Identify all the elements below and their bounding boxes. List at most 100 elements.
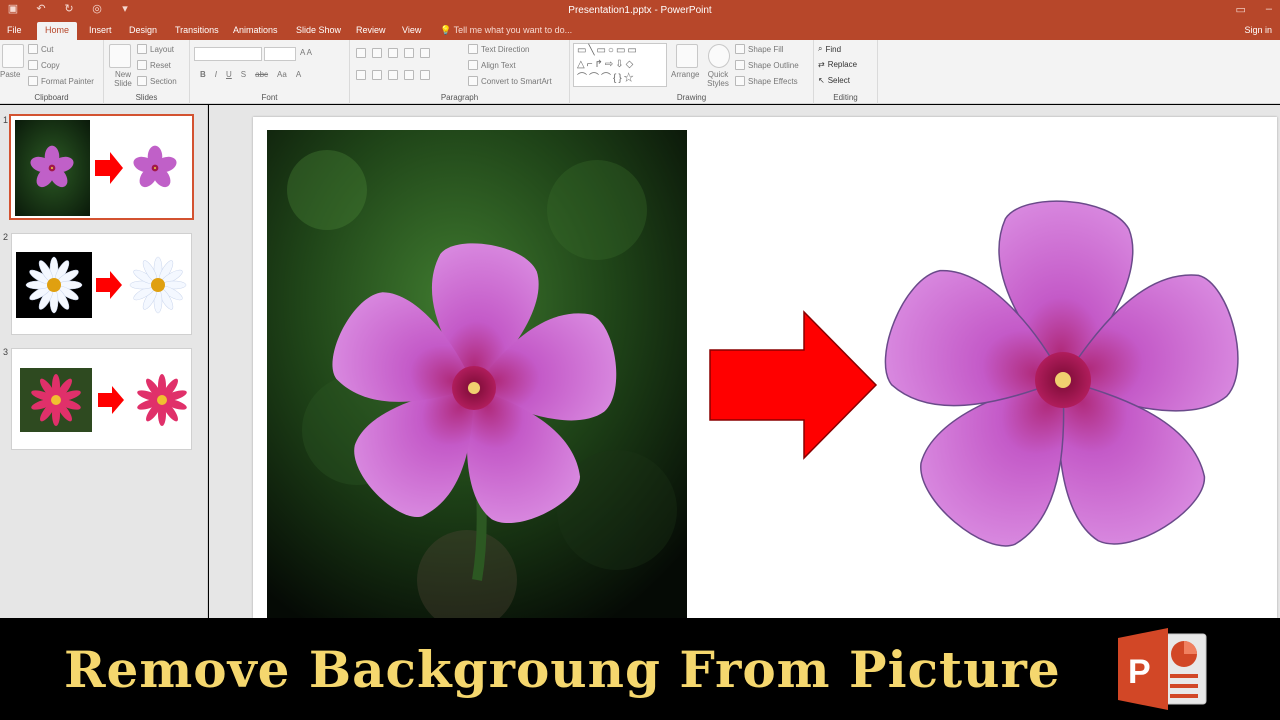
select-button[interactable]: ↖ Select <box>818 76 850 85</box>
brush-icon <box>28 76 38 86</box>
paste-button[interactable]: Paste <box>0 70 20 79</box>
drawing-group: ▭╲▭○▭▭ △⌐↱⇨⇩◇ ⌒⌒⌒{}☆ Arrange Quick Styles … <box>570 40 814 104</box>
new-slide-button[interactable]: New Slide <box>108 70 138 88</box>
underline-button[interactable]: U <box>226 70 232 79</box>
shape-effects-button[interactable]: Shape Effects <box>735 76 798 86</box>
scissors-icon <box>28 44 38 54</box>
align-left-icon[interactable] <box>356 70 366 80</box>
justify-icon[interactable] <box>404 70 414 80</box>
slide-thumbnails-panel[interactable]: 1 2 3 <box>0 105 208 618</box>
text-direction-icon <box>468 44 478 54</box>
section-icon <box>137 76 147 86</box>
powerpoint-logo-icon: P <box>1118 628 1207 710</box>
change-case-button[interactable]: Aa <box>277 70 287 79</box>
align-text-icon <box>468 60 478 70</box>
font-label: Font <box>261 93 278 102</box>
reset-button[interactable]: Reset <box>137 60 171 70</box>
layout-button[interactable]: Layout <box>137 44 174 54</box>
paragraph-label: Paragraph <box>440 93 479 102</box>
copy-icon <box>28 60 38 70</box>
bold-button[interactable]: B <box>200 70 206 79</box>
daisy-thumbnail <box>16 252 187 318</box>
copy-button[interactable]: Copy <box>28 60 60 70</box>
tab-transitions[interactable]: Transitions <box>175 25 219 35</box>
align-text-button[interactable]: Align Text <box>468 60 516 70</box>
lightbulb-icon: 💡 <box>440 25 452 35</box>
font-size-select[interactable] <box>264 47 296 61</box>
tab-insert[interactable]: Insert <box>89 25 112 35</box>
bullets-icon[interactable] <box>356 48 366 58</box>
arrange-button[interactable]: Arrange <box>671 70 699 79</box>
replace-button[interactable]: ⇄ Replace <box>818 60 857 69</box>
ribbon-tabs: File Home Insert Design Transitions Anim… <box>0 22 1280 40</box>
cut-button[interactable]: Cut <box>28 44 53 54</box>
shape-fill-button[interactable]: Shape Fill <box>735 44 784 54</box>
drawing-label: Drawing <box>676 93 707 102</box>
editing-group: ⌕ Find ⇄ Replace ↖ Select Editing <box>814 40 878 104</box>
shapes-gallery[interactable]: ▭╲▭○▭▭ △⌐↱⇨⇩◇ ⌒⌒⌒{}☆ <box>573 43 667 87</box>
tab-view[interactable]: View <box>402 25 421 35</box>
tab-review[interactable]: Review <box>356 25 386 35</box>
grow-font-icon[interactable]: A A <box>300 48 312 57</box>
quick-styles-button[interactable]: Quick Styles <box>703 70 733 88</box>
shadow-button[interactable]: S <box>241 70 246 79</box>
layout-icon <box>137 44 147 54</box>
format-painter-button[interactable]: Format Painter <box>28 76 94 86</box>
periwinkle-thumbnail <box>15 120 177 216</box>
font-group: A A B I U S abc Aa A Font <box>190 40 350 104</box>
slide-thumbnail-3[interactable] <box>11 348 192 450</box>
decrease-indent-icon[interactable] <box>388 48 398 58</box>
convert-smartart-button[interactable]: Convert to SmartArt <box>468 76 552 86</box>
original-flower-photo[interactable] <box>267 130 687 618</box>
smartart-icon <box>468 76 478 86</box>
paint-bucket-icon <box>735 44 745 54</box>
text-direction-button[interactable]: Text Direction <box>468 44 529 54</box>
svg-text:P: P <box>1128 653 1151 691</box>
tab-animations[interactable]: Animations <box>233 25 278 35</box>
tab-home[interactable]: Home <box>37 22 78 40</box>
dahlia-thumbnail <box>20 368 187 432</box>
numbering-icon[interactable] <box>372 48 382 58</box>
ribbon-options-icon[interactable]: ▭ <box>1235 3 1245 16</box>
strikethrough-button[interactable]: abc <box>255 70 268 79</box>
section-button[interactable]: Section <box>137 76 177 86</box>
tab-slide-show[interactable]: Slide Show <box>296 25 341 35</box>
quick-styles-icon[interactable] <box>708 44 730 68</box>
ribbon: Paste Cut Copy Format Painter Clipboard … <box>0 40 1280 104</box>
font-format-buttons: B I U S abc Aa A <box>200 70 301 79</box>
background-removed-flower[interactable] <box>880 185 1270 570</box>
new-slide-icon[interactable] <box>109 44 131 68</box>
slide-thumbnail-1[interactable] <box>9 114 194 220</box>
line-spacing-icon[interactable] <box>420 48 430 58</box>
columns-icon[interactable] <box>420 70 430 80</box>
banner-title: Remove Backgroung From Picture <box>64 640 1061 699</box>
italic-button[interactable]: I <box>215 70 217 79</box>
window-controls: ▭ – <box>1235 3 1272 16</box>
cursor-icon: ↖ <box>818 76 825 85</box>
red-arrow-shape[interactable] <box>708 310 878 460</box>
effects-icon <box>735 76 745 86</box>
align-buttons <box>356 70 430 80</box>
shape-outline-button[interactable]: Shape Outline <box>735 60 799 70</box>
sign-in-link[interactable]: Sign in <box>1244 25 1272 35</box>
font-family-select[interactable] <box>194 47 262 61</box>
editing-label: Editing <box>833 93 858 102</box>
font-color-button[interactable]: A <box>296 70 301 79</box>
align-right-icon[interactable] <box>388 70 398 80</box>
arrange-icon[interactable] <box>676 44 698 68</box>
slide-thumbnail-2[interactable] <box>11 233 192 335</box>
window-title: Presentation1.pptx - PowerPoint <box>568 5 712 16</box>
align-center-icon[interactable] <box>372 70 382 80</box>
list-buttons <box>356 48 430 58</box>
tell-me-search[interactable]: 💡 Tell me what you want to do... <box>440 25 572 36</box>
magnifier-icon: ⌕ <box>818 44 823 53</box>
paste-icon[interactable] <box>2 44 24 68</box>
tab-design[interactable]: Design <box>129 25 157 35</box>
tab-file[interactable]: File <box>7 25 22 35</box>
slides-label: Slides <box>135 93 158 102</box>
slide-number: 3 <box>3 347 9 357</box>
increase-indent-icon[interactable] <box>404 48 414 58</box>
minimize-icon[interactable]: – <box>1266 3 1272 16</box>
find-button[interactable]: ⌕ Find <box>818 44 841 54</box>
replace-icon: ⇄ <box>818 60 825 69</box>
